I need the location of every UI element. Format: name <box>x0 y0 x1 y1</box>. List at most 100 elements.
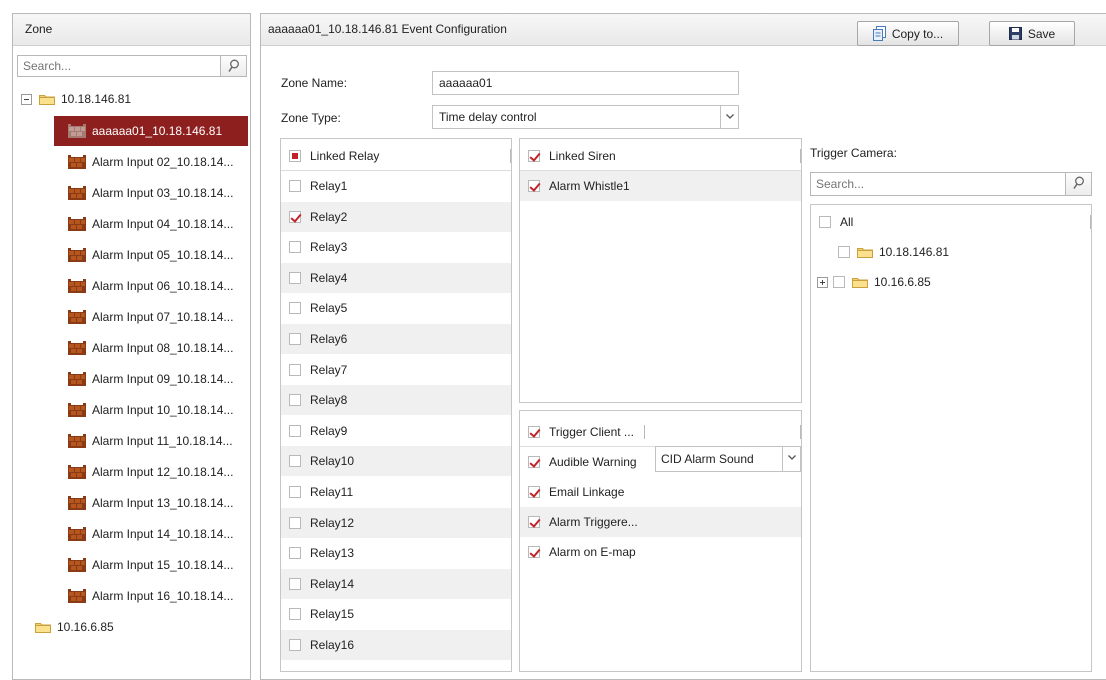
zone-item[interactable]: Alarm Input 15_10.18.14... <box>54 550 248 580</box>
expand-icon[interactable] <box>817 276 828 288</box>
zone-item[interactable]: Alarm Input 06_10.18.14... <box>54 271 248 301</box>
zone-item[interactable]: Alarm Input 03_10.18.14... <box>54 178 248 208</box>
zone-item[interactable]: Alarm Input 10_10.18.14... <box>54 395 248 425</box>
relay-row[interactable]: Relay15 <box>281 599 511 629</box>
relay-checkbox[interactable] <box>289 486 301 498</box>
relay-row[interactable]: Relay11 <box>281 477 511 507</box>
relay-label: Relay10 <box>310 454 355 469</box>
camera-search-input[interactable] <box>811 173 1061 195</box>
copy-to-button[interactable]: Copy to... <box>857 21 959 46</box>
relay-checkbox[interactable] <box>289 271 301 284</box>
tree-device-10-16-6-85[interactable]: 10.16.6.85 <box>35 612 114 642</box>
trigger-camera-title: Trigger Camera: <box>810 146 897 160</box>
relay-label: Relay6 <box>310 332 348 346</box>
chevron-down-icon[interactable] <box>782 447 800 471</box>
zone-item[interactable]: Alarm Input 04_10.18.14... <box>54 209 248 239</box>
relay-row[interactable]: Relay14 <box>281 568 511 599</box>
folder-icon <box>852 276 868 288</box>
relay-checkbox[interactable] <box>289 333 301 345</box>
relay-row[interactable]: Relay5 <box>281 293 511 323</box>
chevron-down-icon[interactable] <box>720 106 738 128</box>
zone-item[interactable]: Alarm Input 07_10.18.14... <box>54 302 248 332</box>
save-button[interactable]: Save <box>989 21 1075 46</box>
zone-name-label: Zone Name: <box>281 76 348 90</box>
alarm-emap-row[interactable]: Alarm on E-map <box>520 537 801 567</box>
camera-device-row[interactable]: 10.18.146.81 <box>811 237 1091 267</box>
linked-relay-checkbox[interactable] <box>289 149 301 162</box>
relay-checkbox[interactable] <box>289 180 301 192</box>
relay-row[interactable]: Relay3 <box>281 232 511 262</box>
linked-siren-label: Linked Siren <box>549 148 616 163</box>
linked-relay-header[interactable]: Linked Relay <box>281 141 511 171</box>
camera-all-row[interactable]: All <box>811 207 1091 237</box>
zone-search-button[interactable] <box>220 56 246 76</box>
camera-search-button[interactable] <box>1065 173 1091 195</box>
relay-row[interactable]: Relay12 <box>281 507 511 538</box>
zone-item[interactable]: Alarm Input 12_10.18.14... <box>54 457 248 487</box>
alarm-whistle-checkbox[interactable] <box>528 180 540 192</box>
relay-row[interactable]: Relay9 <box>281 416 511 446</box>
zone-item[interactable]: Alarm Input 05_10.18.14... <box>54 240 248 270</box>
zone-item[interactable]: Alarm Input 09_10.18.14... <box>54 364 248 394</box>
audible-warning-checkbox[interactable] <box>528 456 540 468</box>
relay-row[interactable]: Relay13 <box>281 538 511 568</box>
relay-checkbox[interactable] <box>289 639 301 651</box>
alarm-triggered-label: Alarm Triggere... <box>549 515 638 529</box>
zone-item[interactable]: Alarm Input 14_10.18.14... <box>54 519 248 549</box>
relay-label: Relay1 <box>310 179 348 193</box>
relay-checkbox[interactable] <box>289 547 301 560</box>
zone-item[interactable]: Alarm Input 13_10.18.14... <box>54 488 248 518</box>
relay-row[interactable]: Relay8 <box>281 385 511 416</box>
zone-icon <box>68 465 86 479</box>
audible-warning-select[interactable]: CID Alarm Sound <box>655 446 801 472</box>
zone-name-input[interactable]: aaaaaa01 <box>432 71 739 95</box>
tree-device-label: 10.16.6.85 <box>57 620 114 634</box>
zone-item[interactable]: aaaaaa01_10.18.146.81 <box>54 116 248 146</box>
relay-checkbox[interactable] <box>289 455 301 468</box>
relay-checkbox[interactable] <box>289 516 301 529</box>
relay-checkbox[interactable] <box>289 608 301 621</box>
relay-row[interactable]: Relay10 <box>281 446 511 477</box>
relay-checkbox[interactable] <box>289 394 301 407</box>
zone-search-input[interactable] <box>18 56 216 76</box>
linked-siren-header[interactable]: Linked Siren <box>520 141 801 171</box>
relay-checkbox[interactable] <box>289 241 301 254</box>
camera-device-checkbox[interactable] <box>833 276 845 288</box>
relay-row[interactable]: Relay1 <box>281 171 511 201</box>
email-linkage-row[interactable]: Email Linkage <box>520 477 801 507</box>
trigger-client-checkbox[interactable] <box>528 425 540 438</box>
relay-checkbox[interactable] <box>289 363 301 376</box>
zone-item[interactable]: Alarm Input 08_10.18.14... <box>54 333 248 363</box>
camera-device-row[interactable]: 10.16.6.85 <box>811 267 1091 297</box>
zone-item[interactable]: Alarm Input 02_10.18.14... <box>54 147 248 177</box>
alarm-emap-checkbox[interactable] <box>528 546 540 558</box>
trigger-client-header[interactable]: Trigger Client ... <box>520 417 801 447</box>
relay-checkbox[interactable] <box>289 210 301 223</box>
zone-type-select[interactable]: Time delay control <box>432 105 739 129</box>
list-item[interactable]: Alarm Whistle1 <box>520 171 801 201</box>
relay-checkbox[interactable] <box>289 424 301 437</box>
camera-device-checkbox[interactable] <box>838 246 850 258</box>
alarm-triggered-row[interactable]: Alarm Triggere... <box>520 507 801 537</box>
relay-label: Relay3 <box>310 240 348 255</box>
linked-siren-checkbox[interactable] <box>528 149 540 162</box>
alarm-triggered-checkbox[interactable] <box>528 516 540 528</box>
relay-row[interactable]: Relay2 <box>281 201 511 232</box>
camera-device-label: 10.18.146.81 <box>879 245 950 259</box>
relay-row[interactable]: Relay4 <box>281 262 511 293</box>
relay-checkbox[interactable] <box>289 302 301 315</box>
zone-item[interactable]: Alarm Input 11_10.18.14... <box>54 426 248 456</box>
zone-item[interactable]: Alarm Input 16_10.18.14... <box>54 581 248 611</box>
relay-row[interactable]: Relay6 <box>281 324 511 354</box>
relay-row[interactable]: Relay7 <box>281 355 511 385</box>
camera-all-checkbox[interactable] <box>819 216 831 228</box>
column-divider <box>1090 215 1091 229</box>
zone-icon <box>68 403 86 417</box>
relay-checkbox[interactable] <box>289 577 301 590</box>
collapse-icon[interactable] <box>21 93 32 105</box>
email-linkage-checkbox[interactable] <box>528 486 540 498</box>
tree-device-10-18-146-81[interactable]: 10.18.146.81 <box>21 84 131 114</box>
folder-icon <box>35 621 51 633</box>
zone-item-label: Alarm Input 04_10.18.14... <box>92 217 234 231</box>
relay-row[interactable]: Relay16 <box>281 630 511 660</box>
